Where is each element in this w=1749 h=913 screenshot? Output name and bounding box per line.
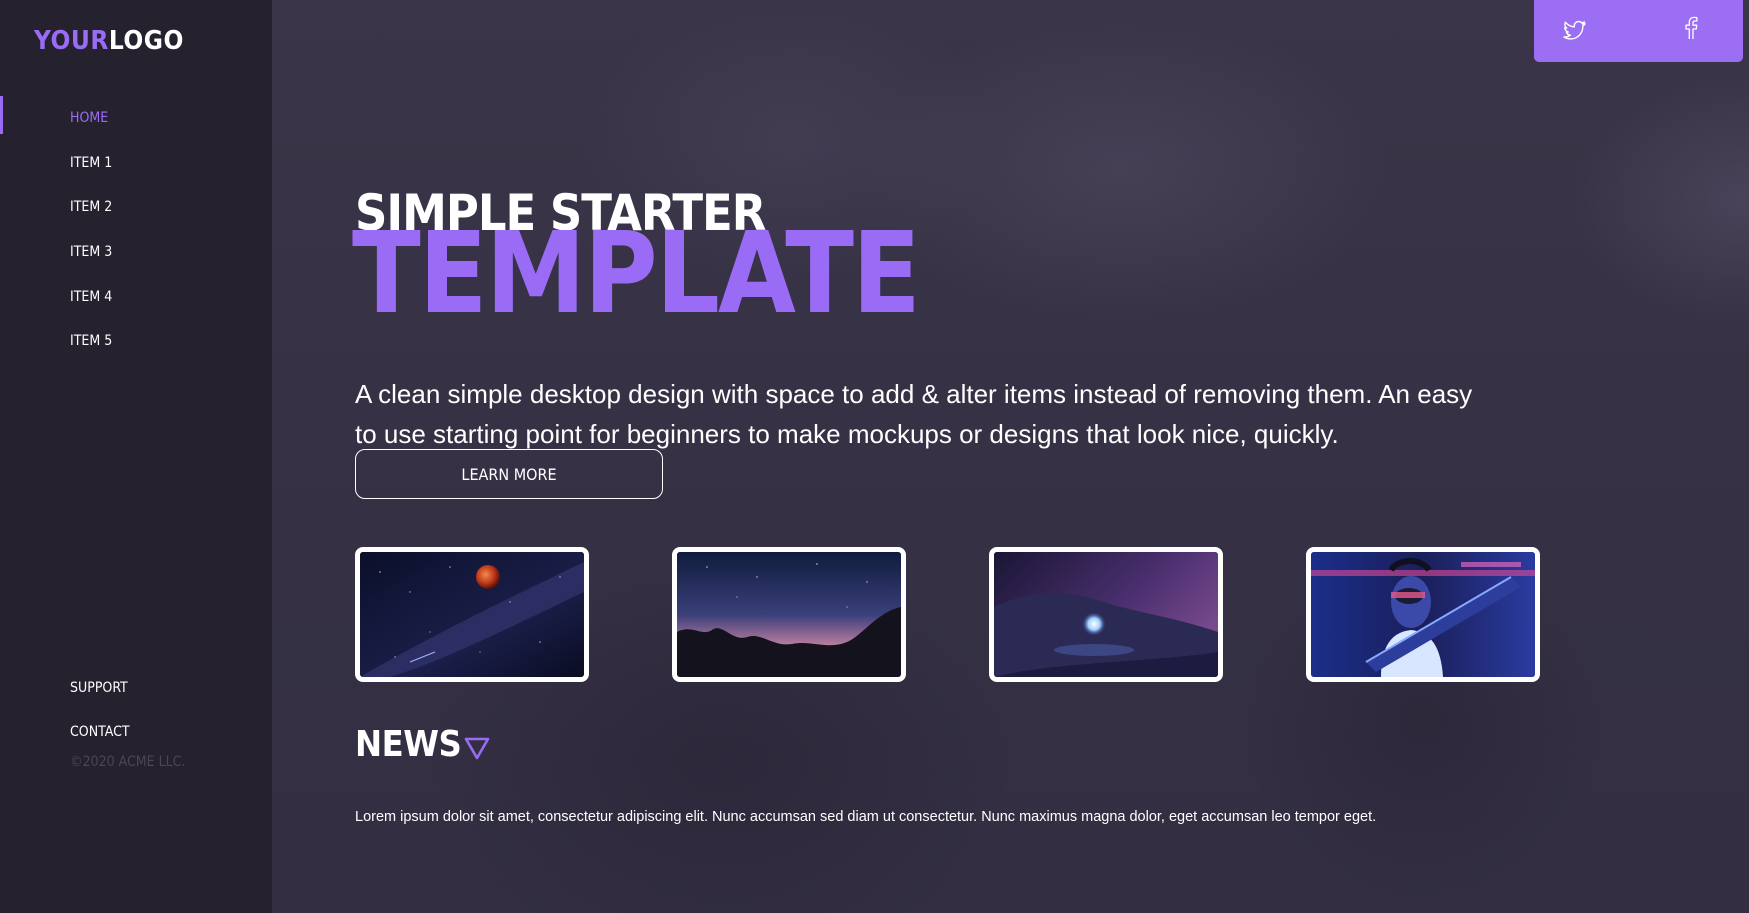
sidebar: YOURLOGO HOME ITEM 1 ITEM 2 ITEM 3 ITEM … [0,0,272,913]
logo[interactable]: YOURLOGO [34,26,184,56]
twitter-icon[interactable] [1563,20,1587,44]
gallery-image-rocks[interactable] [672,547,906,682]
sidebar-nav: HOME ITEM 1 ITEM 2 ITEM 3 ITEM 4 ITEM 5 [0,96,272,364]
gallery-image-moon[interactable] [355,547,589,682]
gallery-image-portrait[interactable] [1306,547,1540,682]
sidebar-item-4[interactable]: ITEM 4 [0,274,272,319]
copyright-text: ©2020 ACME LLC. [70,754,186,770]
sidebar-bottom-links: SUPPORT CONTACT [70,666,130,754]
learn-more-button[interactable]: LEARN MORE [355,449,663,499]
sidebar-item-5[interactable]: ITEM 5 [0,319,272,364]
sidebar-item-home[interactable]: HOME [0,96,272,141]
sidebar-item-1[interactable]: ITEM 1 [0,141,272,186]
news-heading: NEWS [355,724,491,765]
sidebar-item-2[interactable]: ITEM 2 [0,185,272,230]
gallery-image-orb[interactable] [989,547,1223,682]
news-heading-text: NEWS [355,724,462,765]
logo-part-logo: LOGO [108,26,184,56]
social-bar [1534,0,1743,62]
logo-part-your: YOUR [34,26,109,56]
hero-title-line2: TEMPLATE [352,209,921,339]
sidebar-item-3[interactable]: ITEM 3 [0,230,272,275]
contact-link[interactable]: CONTACT [70,710,130,754]
support-link[interactable]: SUPPORT [70,666,130,710]
news-body: Lorem ipsum dolor sit amet, consectetur … [355,808,1377,825]
hero-description: A clean simple desktop design with space… [355,379,1473,449]
triangle-down-icon [465,737,490,759]
facebook-icon[interactable] [1684,16,1708,40]
